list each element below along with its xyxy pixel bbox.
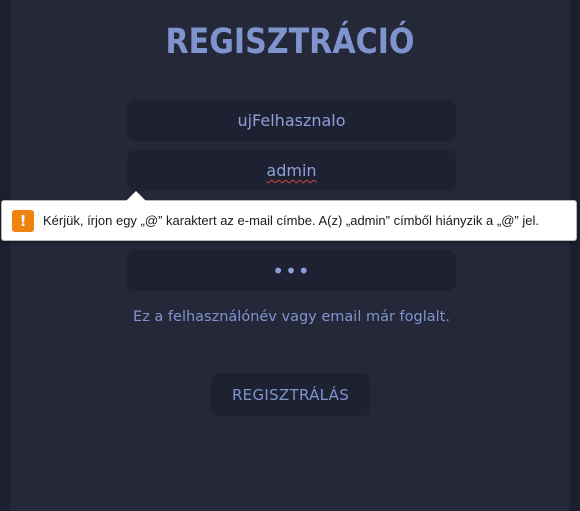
register-button[interactable]: REGISZTRÁLÁS [211, 373, 370, 416]
tooltip-message: Kérjük, írjon egy „@” karaktert az e-mai… [43, 213, 539, 228]
password-value: ••• [272, 258, 311, 283]
tooltip-arrow [126, 191, 146, 201]
email-field[interactable]: admin [127, 150, 456, 191]
validation-tooltip: ! Kérjük, írjon egy „@” karaktert az e-m… [1, 200, 577, 241]
page: REGISZTRÁCIÓ ujFelhasznalo admin ••• Ez … [0, 0, 580, 511]
email-value: admin [266, 161, 317, 180]
password-field[interactable]: ••• [127, 250, 456, 291]
error-message: Ez a felhasználónév vagy email már fogla… [133, 309, 450, 325]
warning-icon: ! [12, 209, 34, 232]
page-title: REGISZTRÁCIÓ [165, 22, 415, 62]
username-field[interactable]: ujFelhasznalo [127, 100, 456, 141]
username-value: ujFelhasznalo [237, 111, 346, 130]
